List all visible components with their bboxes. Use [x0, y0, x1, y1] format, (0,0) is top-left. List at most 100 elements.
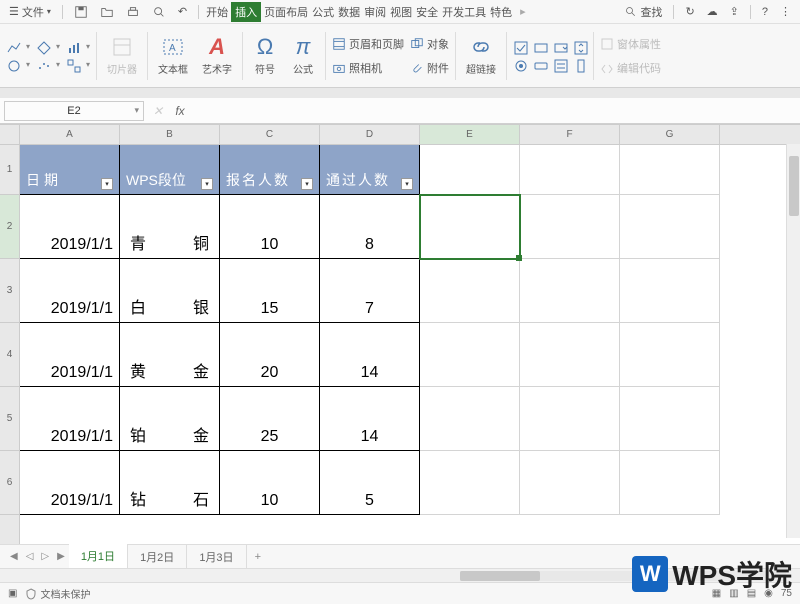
- cancel-formula-icon[interactable]: ✕: [150, 103, 166, 119]
- list-control-icon[interactable]: [553, 58, 567, 72]
- cell-date[interactable]: 2019/1/1: [20, 195, 120, 259]
- sheet-tab-3[interactable]: 1月3日: [187, 545, 246, 569]
- cell[interactable]: [420, 259, 520, 323]
- scrollbar-thumb[interactable]: [789, 156, 799, 216]
- col-header-d[interactable]: D: [320, 125, 420, 144]
- select-all-corner[interactable]: [0, 125, 19, 145]
- tab-devtools[interactable]: 开发工具: [441, 2, 487, 22]
- cell-passed[interactable]: 14: [320, 323, 420, 387]
- cell-passed[interactable]: 5: [320, 451, 420, 515]
- file-menu[interactable]: ☰ 文件 ▾: [4, 2, 56, 22]
- cell-date[interactable]: 2019/1/1: [20, 387, 120, 451]
- col-header-a[interactable]: A: [20, 125, 120, 144]
- cell[interactable]: [520, 145, 620, 195]
- cell[interactable]: [420, 451, 520, 515]
- slicer-button[interactable]: 切片器: [103, 33, 141, 78]
- cell[interactable]: [620, 387, 720, 451]
- cell-passed[interactable]: 7: [320, 259, 420, 323]
- cell[interactable]: [420, 323, 520, 387]
- tab-special[interactable]: 特色: [489, 2, 513, 22]
- hyperlink-button[interactable]: 超链接: [462, 33, 500, 78]
- preview-icon[interactable]: [147, 3, 171, 21]
- sync-icon[interactable]: ↻: [680, 3, 699, 20]
- cell-rank[interactable]: 铂金: [120, 387, 220, 451]
- cell[interactable]: [520, 259, 620, 323]
- add-sheet-button[interactable]: +: [247, 551, 269, 563]
- cell[interactable]: [420, 145, 520, 195]
- folder-icon[interactable]: [95, 3, 119, 21]
- combo-control-icon[interactable]: [553, 40, 567, 54]
- scrollbar-thumb[interactable]: [460, 571, 540, 581]
- equation-button[interactable]: π 公式: [287, 33, 319, 78]
- name-box[interactable]: E2: [4, 101, 144, 121]
- cell[interactable]: [520, 323, 620, 387]
- more-icon[interactable]: ▸: [515, 3, 531, 20]
- tab-security[interactable]: 安全: [415, 2, 439, 22]
- radio-control-icon[interactable]: [513, 58, 527, 72]
- sheet-nav-first[interactable]: ◀: [6, 551, 22, 562]
- cell-signups[interactable]: 20: [220, 323, 320, 387]
- sheet-nav-prev[interactable]: ◁: [22, 551, 38, 562]
- formula-input[interactable]: [194, 101, 796, 121]
- text-control-icon[interactable]: [533, 40, 547, 54]
- edit-code-button[interactable]: 编辑代码: [600, 60, 661, 76]
- checkbox-control-icon[interactable]: [513, 40, 527, 54]
- tab-view[interactable]: 视图: [389, 2, 413, 22]
- widget-props-button[interactable]: 窗体属性: [600, 36, 661, 52]
- more-menu-icon[interactable]: ⋮: [775, 3, 796, 20]
- button-control-icon[interactable]: [533, 58, 547, 72]
- shape-icon[interactable]: [36, 40, 50, 54]
- cell[interactable]: [620, 451, 720, 515]
- symbol-button[interactable]: Ω 符号: [249, 33, 281, 78]
- sheet-tab-1[interactable]: 1月1日: [69, 544, 128, 570]
- cell[interactable]: [620, 323, 720, 387]
- cell-date[interactable]: 2019/1/1: [20, 323, 120, 387]
- header-signups[interactable]: 报名人数▾: [220, 145, 320, 195]
- cell[interactable]: [520, 451, 620, 515]
- sheet-tab-2[interactable]: 1月2日: [128, 545, 187, 569]
- line-chart-icon[interactable]: [6, 40, 20, 54]
- fx-icon[interactable]: fx: [172, 103, 188, 119]
- header-footer-button[interactable]: 页眉和页脚: [332, 36, 404, 52]
- header-date[interactable]: 日期▾: [20, 145, 120, 195]
- help-icon[interactable]: ?: [757, 4, 773, 20]
- save-icon[interactable]: [69, 3, 93, 21]
- cell-rank[interactable]: 青铜: [120, 195, 220, 259]
- share-icon[interactable]: ⇪: [725, 3, 744, 20]
- undo-icon[interactable]: ↶: [173, 3, 192, 20]
- cell[interactable]: [420, 195, 520, 259]
- cell-date[interactable]: 2019/1/1: [20, 451, 120, 515]
- filter-icon[interactable]: ▾: [201, 178, 213, 190]
- cell-passed[interactable]: 14: [320, 387, 420, 451]
- protect-status[interactable]: 文档未保护: [25, 586, 90, 601]
- tab-start[interactable]: 开始: [205, 2, 229, 22]
- cell[interactable]: [520, 195, 620, 259]
- object-button[interactable]: 对象: [410, 36, 449, 52]
- cell[interactable]: [520, 387, 620, 451]
- cell[interactable]: [620, 195, 720, 259]
- cell-rank[interactable]: 白银: [120, 259, 220, 323]
- tab-data[interactable]: 数据: [337, 2, 361, 22]
- vertical-scrollbar[interactable]: [786, 144, 800, 538]
- row-header-1[interactable]: 1: [0, 145, 19, 195]
- col-header-f[interactable]: F: [520, 125, 620, 144]
- attachment-button[interactable]: 附件: [410, 60, 449, 76]
- tab-insert[interactable]: 插入: [231, 2, 261, 22]
- filter-icon[interactable]: ▾: [401, 178, 413, 190]
- col-header-c[interactable]: C: [220, 125, 320, 144]
- sheet-nav-next[interactable]: ▷: [37, 551, 53, 562]
- search-button[interactable]: 查找: [620, 2, 667, 22]
- col-header-g[interactable]: G: [620, 125, 720, 144]
- cell-date[interactable]: 2019/1/1: [20, 259, 120, 323]
- scroll-control-icon[interactable]: [573, 58, 587, 72]
- col-header-e[interactable]: E: [420, 125, 520, 144]
- cell-rank[interactable]: 钻石: [120, 451, 220, 515]
- cloud-icon[interactable]: ☁: [702, 3, 723, 20]
- chart-icon[interactable]: [66, 40, 80, 54]
- row-header-5[interactable]: 5: [0, 387, 19, 451]
- filter-icon[interactable]: ▾: [301, 178, 313, 190]
- record-icon[interactable]: ▣: [8, 588, 17, 599]
- cell-rank[interactable]: 黄金: [120, 323, 220, 387]
- row-header-4[interactable]: 4: [0, 323, 19, 387]
- cell[interactable]: [420, 387, 520, 451]
